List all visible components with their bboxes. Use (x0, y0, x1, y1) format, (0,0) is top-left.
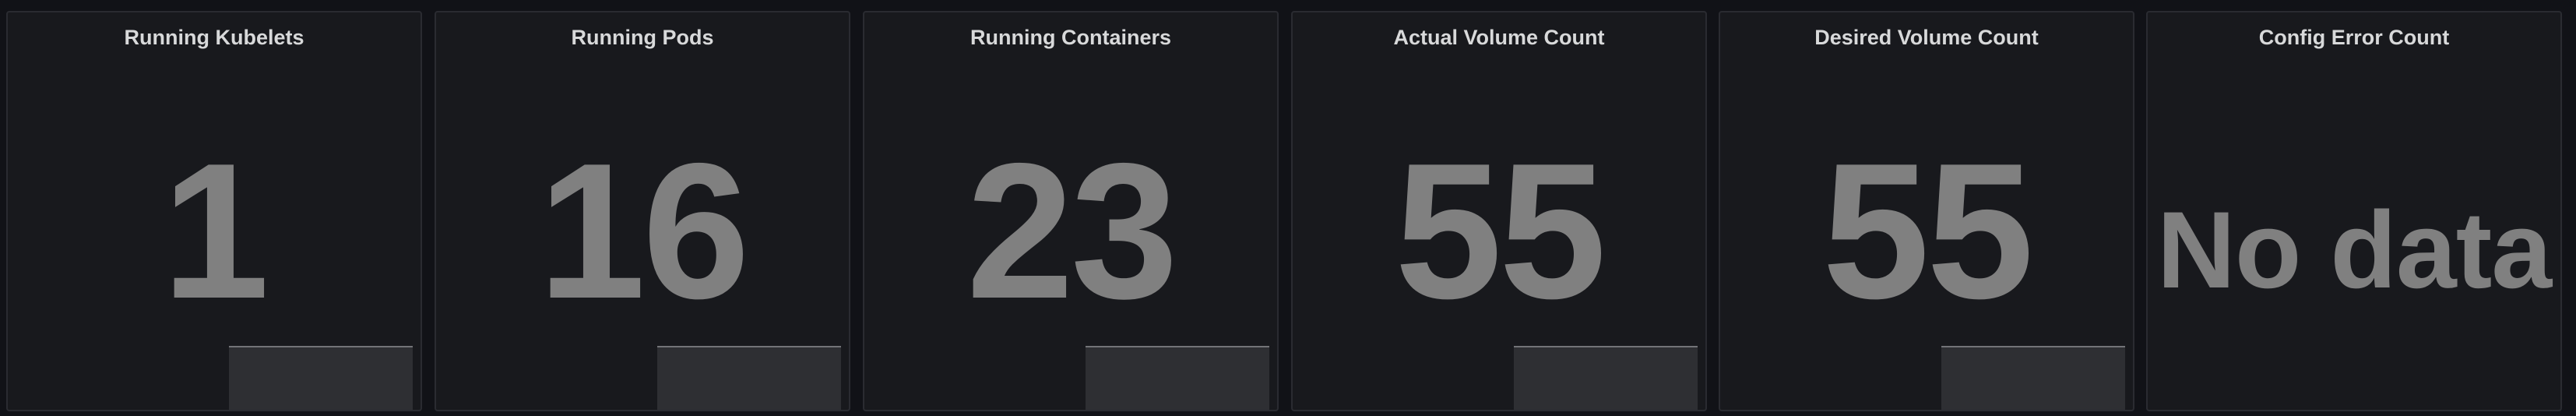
stat-value: 1 (162, 122, 269, 339)
stat-value: 23 (966, 122, 1178, 339)
panel-actual-volume-count[interactable]: Actual Volume Count 55 (1291, 11, 1707, 411)
panel-running-pods[interactable]: Running Pods 16 (435, 11, 850, 411)
stat-value: 55 (1395, 122, 1606, 339)
sparkline (1514, 346, 1698, 410)
sparkline (229, 346, 413, 410)
panel-title[interactable]: Running Pods (436, 26, 849, 50)
no-data-message: No data (2156, 189, 2552, 311)
sparkline (1941, 346, 2125, 410)
panel-running-kubelets[interactable]: Running Kubelets 1 (6, 11, 422, 411)
panel-title[interactable]: Actual Volume Count (1293, 26, 1705, 50)
panel-title[interactable]: Desired Volume Count (1720, 26, 2133, 50)
sparkline (657, 346, 841, 410)
panel-running-containers[interactable]: Running Containers 23 (863, 11, 1279, 411)
panel-title[interactable]: Running Containers (864, 26, 1277, 50)
panel-title[interactable]: Running Kubelets (8, 26, 421, 50)
panel-title[interactable]: Config Error Count (2148, 26, 2560, 50)
stat-panels-row: Running Kubelets 1 Running Pods 16 Runni… (0, 0, 2576, 416)
stat-value: 16 (538, 122, 750, 339)
panel-config-error-count[interactable]: Config Error Count No data (2146, 11, 2562, 411)
stat-value: 55 (1822, 122, 2034, 339)
sparkline (1086, 346, 1269, 410)
panel-desired-volume-count[interactable]: Desired Volume Count 55 (1719, 11, 2134, 411)
